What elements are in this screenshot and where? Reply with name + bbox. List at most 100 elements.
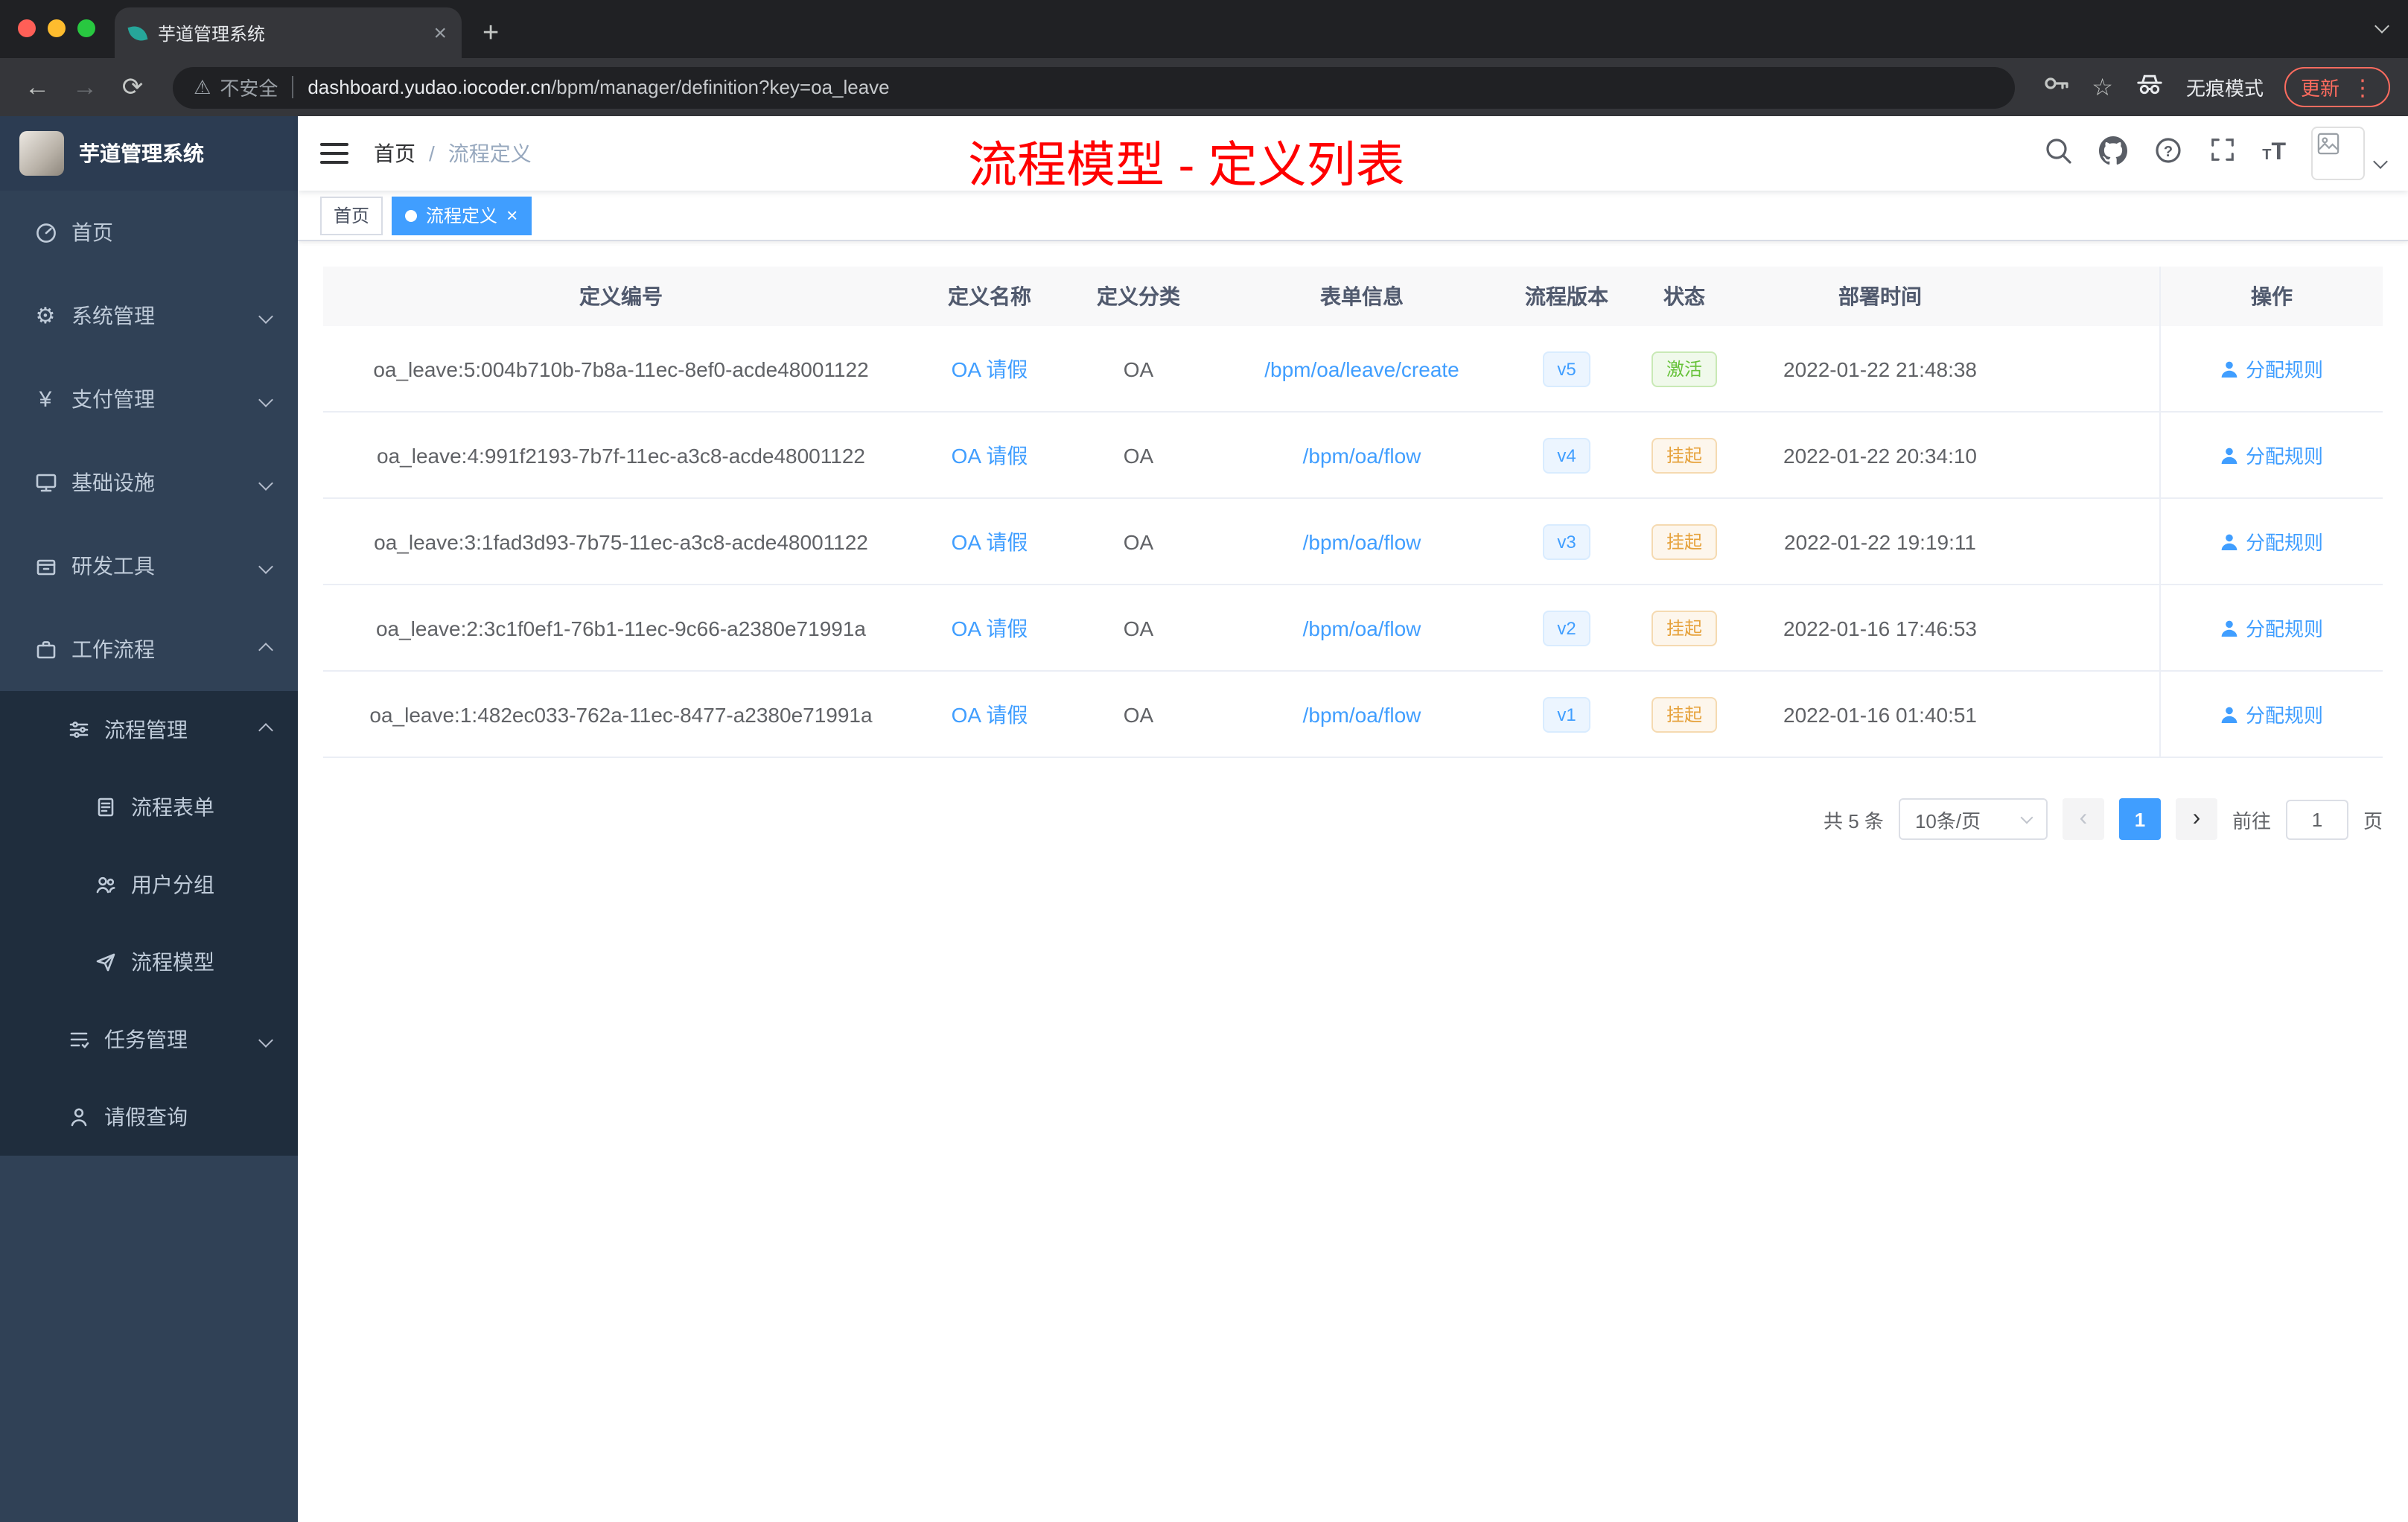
table-row: oa_leave:2:3c1f0ef1-76b1-11ec-9c66-a2380…	[323, 585, 2383, 672]
definition-name-link[interactable]: OA 请假	[952, 526, 1028, 556]
tab-search-icon[interactable]	[2374, 19, 2389, 34]
assign-rule-link[interactable]: 分配规则	[2220, 614, 2323, 642]
assign-rule-link[interactable]: 分配规则	[2220, 354, 2323, 383]
chevron-down-icon	[258, 392, 273, 407]
workflow-submenu: 流程管理 流程表单 用户分组 流程模型 任务管理 请假查询	[0, 691, 298, 1156]
gear-icon: ⚙	[35, 303, 56, 328]
browser-toolbar: ← → ⟳ ⚠ 不安全 dashboard.yudao.iocoder.cn /…	[0, 58, 2408, 116]
chevron-down-icon	[258, 1032, 273, 1047]
sidebar-item-system-management[interactable]: ⚙ 系统管理	[0, 274, 298, 357]
breadcrumb-home[interactable]: 首页	[374, 138, 415, 168]
page-unit-label: 页	[2363, 809, 2383, 832]
pagination-total: 共 5 条	[1823, 809, 1884, 832]
reload-icon[interactable]: ⟳	[113, 72, 152, 102]
github-icon[interactable]	[2098, 135, 2128, 172]
tags-view: 首页 流程定义 ×	[298, 191, 2408, 241]
screen: 芋道管理系统 × + ← → ⟳ ⚠ 不安全 dashboard.yudao.i…	[0, 0, 2408, 1522]
user-icon	[2221, 447, 2237, 463]
table-header: 定义编号 定义名称 定义分类 表单信息 流程版本 状态 部署时间 操作	[323, 267, 2383, 326]
not-secure-warning-icon[interactable]: ⚠	[194, 75, 211, 99]
sidebar-item-task-management[interactable]: 任务管理	[0, 1001, 298, 1078]
chevron-up-icon	[258, 722, 273, 737]
status-badge: 挂起	[1651, 437, 1717, 473]
sidebar-item-payment-management[interactable]: ¥ 支付管理	[0, 357, 298, 441]
forward-icon: →	[72, 72, 98, 101]
sidebar-toggle-icon[interactable]	[320, 143, 348, 164]
url-domain: dashboard.yudao.iocoder.cn	[308, 76, 552, 98]
app-logo[interactable]: 芋道管理系统	[0, 116, 298, 191]
sidebar-item-infrastructure[interactable]: 基础设施	[0, 441, 298, 524]
table-row: oa_leave:5:004b710b-7b8a-11ec-8ef0-acde4…	[323, 326, 2383, 413]
avatar	[2311, 127, 2365, 180]
goto-page-input[interactable]	[2285, 799, 2348, 839]
prev-page-button[interactable]: ‹	[2062, 798, 2104, 840]
browser-menu-icon[interactable]: ⋮	[2351, 74, 2374, 101]
definition-name-link[interactable]: OA 请假	[952, 440, 1028, 470]
person-icon	[66, 1105, 91, 1129]
logo-avatar	[19, 131, 64, 176]
sidebar-item-dev-tools[interactable]: 研发工具	[0, 524, 298, 608]
sidebar-item-process-form[interactable]: 流程表单	[0, 768, 298, 846]
next-page-button[interactable]: ›	[2175, 798, 2217, 840]
page-annotation-title: 流程模型 - 定义列表	[968, 137, 1405, 192]
app-title: 芋道管理系统	[79, 141, 204, 165]
tag-home[interactable]: 首页	[320, 196, 383, 235]
new-tab-button[interactable]: +	[482, 19, 499, 48]
browser-tab[interactable]: 芋道管理系统 ×	[115, 7, 462, 58]
form-info-link[interactable]: /bpm/oa/flow	[1303, 616, 1421, 640]
page-content: 定义编号 定义名称 定义分类 表单信息 流程版本 状态 部署时间 操作 oa_l…	[298, 241, 2408, 1522]
chevron-down-icon	[258, 558, 273, 573]
page-number-button[interactable]: 1	[2118, 798, 2161, 840]
minimize-window-button[interactable]	[48, 19, 66, 37]
update-chip[interactable]: 更新 ⋮	[2284, 67, 2390, 107]
sidebar-item-workflow[interactable]: 工作流程	[0, 608, 298, 691]
task-list-icon	[66, 1028, 91, 1051]
assign-rule-link[interactable]: 分配规则	[2220, 700, 2323, 728]
fullscreen-icon[interactable]	[2208, 136, 2237, 171]
form-info-link[interactable]: /bpm/oa/flow	[1303, 529, 1421, 553]
definition-name-link[interactable]: OA 请假	[952, 613, 1028, 643]
tag-close-icon[interactable]: ×	[506, 206, 517, 225]
saved-passwords-key-icon[interactable]	[2041, 69, 2071, 106]
goto-label: 前往	[2232, 809, 2271, 832]
sidebar-item-user-group[interactable]: 用户分组	[0, 846, 298, 923]
user-icon	[2221, 620, 2237, 636]
table-row: oa_leave:4:991f2193-7b7f-11ec-a3c8-acde4…	[323, 413, 2383, 499]
status-badge: 挂起	[1651, 523, 1717, 559]
cell-category: OA	[1123, 702, 1154, 726]
sliders-icon	[66, 718, 91, 742]
user-avatar-menu[interactable]	[2311, 127, 2388, 180]
sidebar-item-leave-query[interactable]: 请假查询	[0, 1078, 298, 1156]
top-navbar: 首页 / 流程定义 流程模型 - 定义列表 ? TT	[298, 116, 2408, 192]
sidebar-item-home[interactable]: 首页	[0, 191, 298, 274]
page-size-select[interactable]: 10条/页	[1898, 798, 2048, 840]
assign-rule-link[interactable]: 分配规则	[2220, 441, 2323, 469]
back-icon[interactable]: ←	[18, 72, 57, 102]
form-info-link[interactable]: /bpm/oa/flow	[1303, 702, 1421, 726]
close-window-button[interactable]	[18, 19, 36, 37]
assign-rule-link[interactable]: 分配规则	[2220, 527, 2323, 555]
help-icon[interactable]: ?	[2153, 135, 2183, 172]
search-icon[interactable]	[2043, 135, 2073, 172]
definition-name-link[interactable]: OA 请假	[952, 699, 1028, 729]
address-bar[interactable]: ⚠ 不安全 dashboard.yudao.iocoder.cn /bpm/ma…	[173, 66, 2015, 108]
tag-process-definition[interactable]: 流程定义 ×	[392, 196, 532, 235]
form-info-link[interactable]: /bpm/oa/flow	[1303, 443, 1421, 467]
form-info-link[interactable]: /bpm/oa/leave/create	[1264, 357, 1459, 380]
font-size-icon[interactable]: TT	[2262, 140, 2286, 167]
chevron-down-icon	[258, 308, 273, 323]
browser-tabstrip: 芋道管理系统 × +	[0, 0, 2408, 58]
zoom-window-button[interactable]	[77, 19, 95, 37]
definition-name-link[interactable]: OA 请假	[952, 354, 1028, 383]
breadcrumb-current: 流程定义	[447, 141, 532, 165]
cell-category: OA	[1123, 616, 1154, 640]
monitor-icon	[33, 471, 58, 494]
incognito-label: 无痕模式	[2185, 77, 2264, 100]
svg-text:?: ?	[2164, 143, 2173, 159]
sidebar-item-process-management[interactable]: 流程管理	[0, 691, 298, 768]
tab-close-icon[interactable]: ×	[433, 22, 447, 44]
sidebar-item-process-model[interactable]: 流程模型	[0, 923, 298, 1001]
bookmark-star-icon[interactable]: ☆	[2092, 72, 2113, 102]
cell-deploy-time: 2022-01-22 21:48:38	[1783, 357, 1977, 380]
document-icon	[92, 795, 118, 819]
